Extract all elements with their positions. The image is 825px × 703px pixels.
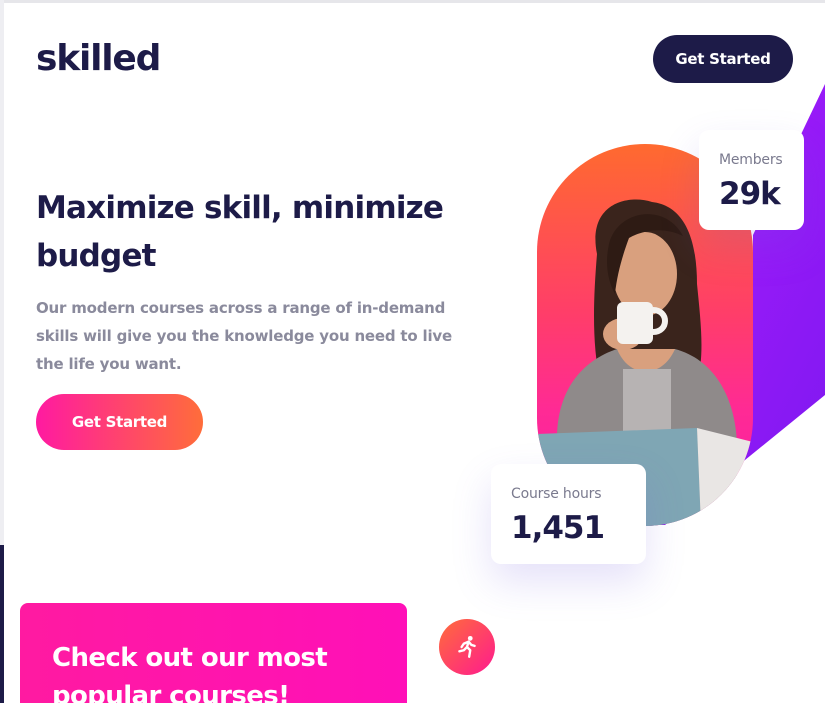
course-hours-stat-card: Course hours 1,451	[491, 464, 646, 564]
logo[interactable]: skilled	[36, 38, 161, 79]
header-get-started-button[interactable]: Get Started	[653, 35, 793, 83]
landing-page: skilled Get Started Maximize skill, mini…	[0, 0, 825, 703]
running-person-glyph	[458, 635, 476, 658]
members-value: 29k	[719, 176, 781, 212]
popular-courses-banner: Check out our most popular courses!	[20, 603, 407, 703]
hero-subtitle: Our modern courses across a range of in-…	[36, 299, 452, 373]
running-person-icon	[439, 619, 495, 675]
members-label: Members	[719, 152, 783, 168]
hero-get-started-button[interactable]: Get Started	[36, 394, 203, 450]
members-stat-card: Members 29k	[699, 130, 804, 230]
popular-courses-title: Check out our most popular courses!	[52, 643, 328, 703]
course-hours-label: Course hours	[511, 486, 602, 502]
course-hours-value: 1,451	[511, 510, 605, 546]
hero-title: Maximize skill, minimize budget	[36, 190, 444, 274]
